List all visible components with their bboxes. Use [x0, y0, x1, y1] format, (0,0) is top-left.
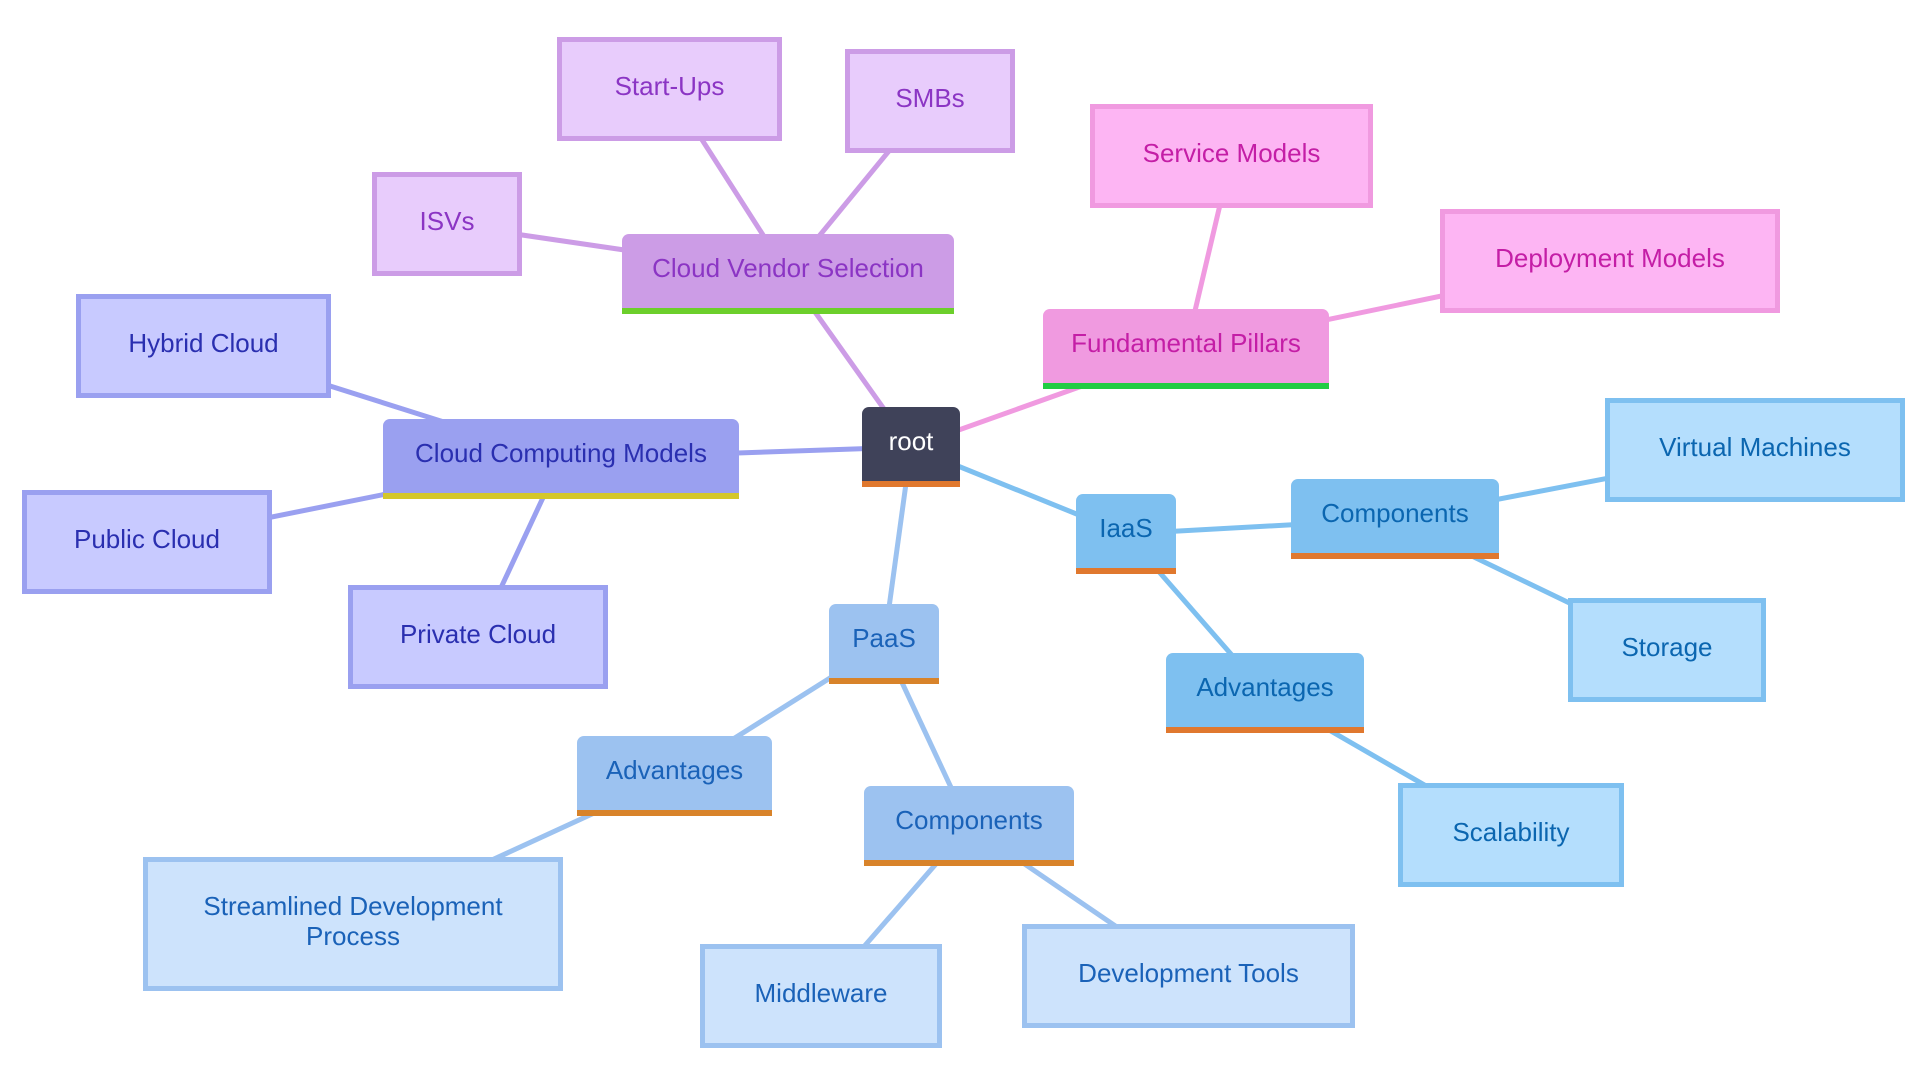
node-underline: [864, 860, 1074, 866]
node-label: Components: [1321, 498, 1469, 528]
node-underline: [862, 481, 960, 487]
node-underline: [383, 493, 739, 499]
node-models[interactable]: Cloud Computing Models: [383, 419, 739, 499]
node-label: Virtual Machines: [1659, 432, 1851, 462]
node-label: Start-Ups: [614, 71, 725, 101]
node-label: Advantages: [1196, 672, 1334, 702]
node-iaas-comp[interactable]: Components: [1291, 479, 1499, 559]
node-label: Streamlined Development Process: [203, 891, 503, 951]
node-label: Hybrid Cloud: [128, 328, 279, 358]
node-paas[interactable]: PaaS: [829, 604, 939, 684]
node-label: Development Tools: [1078, 958, 1299, 988]
node-label: Cloud Vendor Selection: [652, 253, 924, 283]
node-underline: [1166, 727, 1364, 733]
node-iaas-adv[interactable]: Advantages: [1166, 653, 1364, 733]
node-vendor[interactable]: Cloud Vendor Selection: [622, 234, 954, 314]
node-iaas[interactable]: IaaS: [1076, 494, 1176, 574]
node-underline: [1076, 568, 1176, 574]
node-label: IaaS: [1099, 513, 1153, 543]
node-root[interactable]: root: [862, 407, 960, 487]
node-pillars[interactable]: Fundamental Pillars: [1043, 309, 1329, 389]
node-isvs[interactable]: ISVs: [372, 172, 522, 276]
node-label: Public Cloud: [74, 524, 220, 554]
node-label: Cloud Computing Models: [415, 438, 707, 468]
node-label: Components: [895, 805, 1043, 835]
node-label: PaaS: [852, 623, 916, 653]
node-vm[interactable]: Virtual Machines: [1605, 398, 1905, 502]
node-deploy[interactable]: Deployment Models: [1440, 209, 1780, 313]
node-label: SMBs: [895, 83, 965, 113]
node-public[interactable]: Public Cloud: [22, 490, 272, 594]
node-startups[interactable]: Start-Ups: [557, 37, 782, 141]
node-devtools[interactable]: Development Tools: [1022, 924, 1355, 1028]
node-label: Advantages: [605, 755, 744, 785]
node-paas-comp[interactable]: Components: [864, 786, 1074, 866]
node-middleware[interactable]: Middleware: [700, 944, 942, 1048]
node-underline: [622, 308, 954, 314]
node-label: Fundamental Pillars: [1071, 328, 1301, 358]
node-private[interactable]: Private Cloud: [348, 585, 608, 689]
node-label: Middleware: [754, 978, 888, 1008]
node-storage[interactable]: Storage: [1568, 598, 1766, 702]
node-stream[interactable]: Streamlined Development Process: [143, 857, 563, 991]
node-label: Scalability: [1452, 817, 1570, 847]
node-paas-adv[interactable]: Advantages: [577, 736, 772, 816]
node-underline: [1291, 553, 1499, 559]
node-underline: [829, 678, 939, 684]
node-label: Deployment Models: [1495, 243, 1725, 273]
node-underline: [1043, 383, 1329, 389]
node-underline: [577, 810, 772, 816]
node-label: Storage: [1621, 632, 1713, 662]
node-hybrid[interactable]: Hybrid Cloud: [76, 294, 331, 398]
node-scal[interactable]: Scalability: [1398, 783, 1624, 887]
node-label: Service Models: [1142, 138, 1321, 168]
node-label: Private Cloud: [399, 619, 557, 649]
node-label: ISVs: [419, 206, 475, 236]
node-service[interactable]: Service Models: [1090, 104, 1373, 208]
node-smbs[interactable]: SMBs: [845, 49, 1015, 153]
node-label: root: [888, 426, 934, 456]
